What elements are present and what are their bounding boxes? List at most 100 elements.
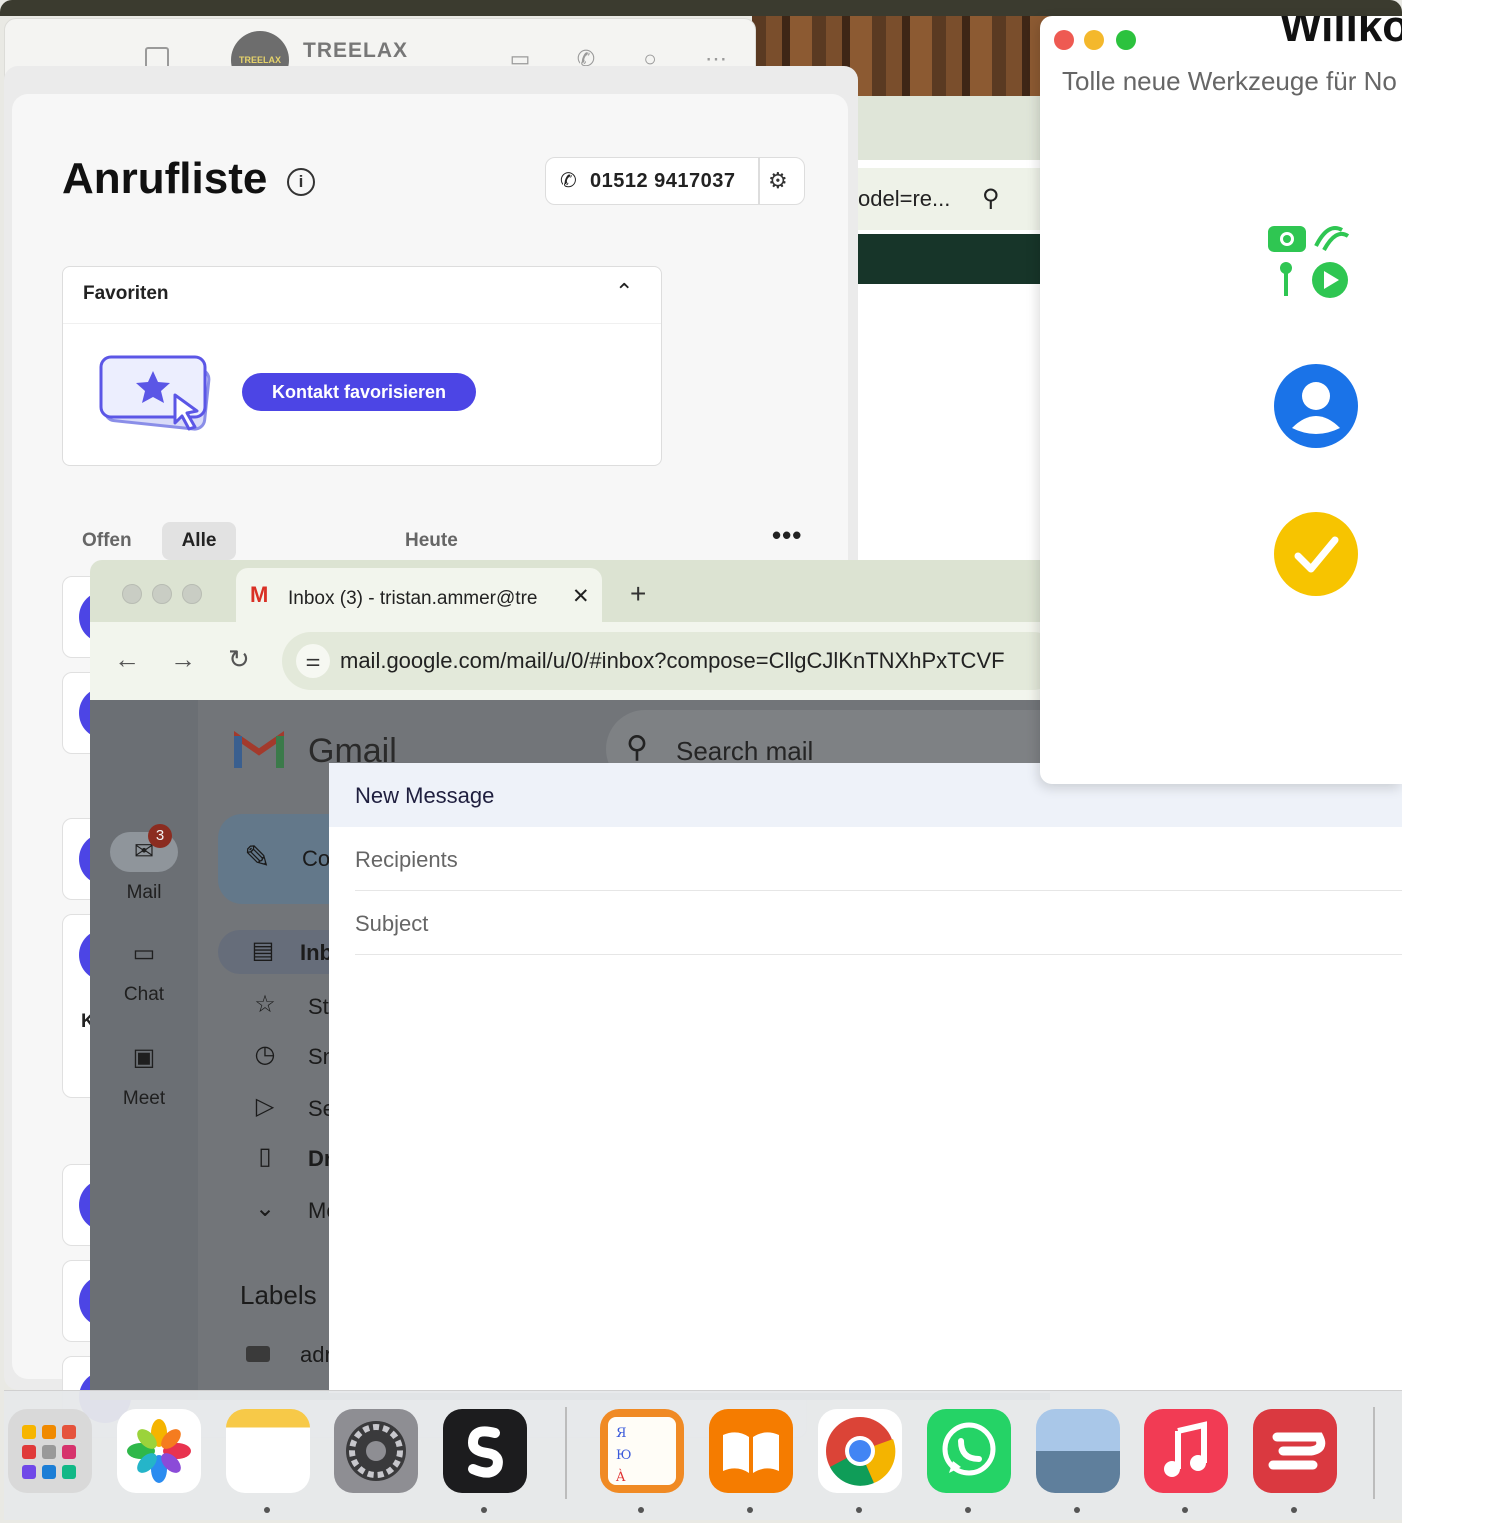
welcome-window: Willko Tolle neue Werkzeuge für No — [1040, 16, 1402, 784]
tab-alle[interactable]: Alle — [162, 522, 236, 560]
books-icon[interactable] — [709, 1409, 793, 1493]
whatsapp-icon[interactable] — [927, 1409, 1011, 1493]
phone-number: 01512 9417037 — [590, 170, 736, 192]
clock-icon: ◷ — [254, 1041, 276, 1068]
favorites-card: Favoriten ⌃ Kontakt favorisieren — [62, 266, 662, 466]
chat-icon[interactable]: ▭ — [110, 934, 178, 974]
page-title: Anrufliste — [62, 154, 268, 203]
launchpad-icon[interactable] — [8, 1409, 92, 1493]
labels-heading: Labels — [240, 1280, 317, 1310]
back-icon[interactable]: ← — [114, 644, 140, 675]
url-text: mail.google.com/mail/u/0/#inbox?compose=… — [340, 648, 1005, 673]
rail-meet-label[interactable]: Meet — [90, 1088, 198, 1110]
site-settings-icon[interactable]: ⚌ — [296, 644, 330, 678]
chat-name: TREELAX — [303, 39, 409, 62]
preview-icon[interactable] — [1036, 1409, 1120, 1493]
label-icon — [246, 1346, 270, 1362]
divider — [758, 158, 760, 204]
close-button[interactable] — [1054, 30, 1074, 50]
tab-gmail-inbox[interactable]: M Inbox (3) - tristan.ammer@tre ✕ — [236, 568, 602, 624]
music-icon[interactable] — [1144, 1409, 1228, 1493]
tab-strip — [858, 96, 1048, 160]
gmail-favicon-icon: M — [250, 582, 269, 607]
dock-separator — [565, 1407, 567, 1499]
checkmark-icon — [1274, 512, 1358, 596]
subject-placeholder: Subject — [355, 911, 429, 936]
expressvpn-icon[interactable] — [1253, 1409, 1337, 1493]
minimize-button[interactable] — [152, 584, 172, 604]
unread-badge: 3 — [148, 824, 172, 848]
rail-chat-label[interactable]: Chat — [90, 984, 198, 1006]
message-body[interactable] — [329, 955, 1402, 1375]
running-indicator — [264, 1507, 270, 1513]
search-icon: ⚲ — [626, 731, 648, 764]
label-item[interactable]: adr — [246, 1342, 332, 1368]
compose-title: New Message — [355, 783, 495, 808]
close-tab-icon[interactable]: ✕ — [572, 584, 590, 609]
favorite-illustration — [99, 355, 211, 431]
inbox-icon: ▤ — [251, 937, 275, 964]
chevron-up-icon[interactable]: ⌃ — [615, 279, 633, 305]
compose-label: Co — [302, 846, 331, 871]
forward-icon[interactable]: → — [170, 644, 196, 675]
url-fragment: odel=re... — [858, 186, 951, 211]
more-icon[interactable]: ••• — [772, 516, 802, 554]
running-indicator — [1182, 1507, 1188, 1513]
dock: ЯЮÀ — [4, 1390, 1402, 1520]
new-tab-icon[interactable]: + — [630, 578, 646, 610]
zoom-icon[interactable]: ⚲ — [982, 168, 1000, 230]
reload-icon[interactable]: ↻ — [228, 644, 250, 675]
superhuman-icon[interactable] — [443, 1409, 527, 1493]
info-icon[interactable]: i — [287, 168, 315, 196]
welcome-title: Willko — [1280, 16, 1402, 51]
system-settings-icon[interactable] — [334, 1409, 418, 1493]
notes-icon[interactable] — [226, 1409, 310, 1493]
close-button[interactable] — [122, 584, 142, 604]
favorite-contact-button[interactable]: Kontakt favorisieren — [242, 373, 476, 411]
gear-icon[interactable]: ⚙ — [768, 168, 788, 194]
rail-mail-label[interactable]: Mail — [90, 882, 198, 904]
gmail-m-icon — [233, 730, 285, 768]
running-indicator — [481, 1507, 487, 1513]
recipients-placeholder: Recipients — [355, 847, 458, 872]
running-indicator — [1074, 1507, 1080, 1513]
zoom-button[interactable] — [1116, 30, 1136, 50]
video-icon[interactable]: ▣ — [110, 1038, 178, 1078]
site-header — [858, 234, 1048, 284]
favorites-header: Favoriten — [83, 283, 169, 304]
phone-icon: ✆ — [560, 170, 577, 192]
photos-icon[interactable] — [117, 1409, 201, 1493]
chrome-icon[interactable] — [818, 1409, 902, 1493]
call-filter-tabs: Offen Alle Heute ••• — [62, 520, 812, 562]
label-text: adr — [300, 1342, 332, 1367]
person-icon — [1274, 364, 1358, 448]
address-bar[interactable]: ⚌ mail.google.com/mail/u/0/#inbox?compos… — [282, 632, 1050, 690]
pencil-icon: ✎ — [244, 839, 271, 875]
recipients-field[interactable]: Recipients — [355, 827, 1402, 891]
browser-toolbar: ← → ↻ ⚌ mail.google.com/mail/u/0/#inbox?… — [90, 622, 1050, 700]
font-book-icon[interactable]: ЯЮÀ — [600, 1409, 684, 1493]
gmail-app-rail: ✉ 3 Mail ▭ Chat ▣ Meet — [90, 700, 198, 1400]
tab-offen[interactable]: Offen — [82, 522, 132, 560]
chevron-down-icon: ⌄ — [254, 1195, 276, 1222]
zoom-button[interactable] — [182, 584, 202, 604]
address-bar[interactable]: odel=re... ⚲ — [858, 168, 1048, 230]
tab-heute[interactable]: Heute — [405, 522, 458, 560]
running-indicator — [747, 1507, 753, 1513]
background-browser-window: odel=re... ⚲ — [858, 96, 1048, 566]
desktop-top-bar — [0, 0, 1402, 16]
subject-field[interactable]: Subject — [355, 891, 1402, 955]
star-icon: ☆ — [254, 991, 276, 1018]
running-indicator — [1291, 1507, 1297, 1513]
draft-icon: ▯ — [258, 1143, 272, 1170]
dock-separator — [1373, 1407, 1375, 1499]
window-controls — [122, 584, 212, 609]
welcome-subtitle: Tolle neue Werkzeuge für No — [1062, 66, 1397, 96]
gmail-logo[interactable]: Gmail — [233, 730, 397, 773]
phone-number-selector[interactable]: ✆ 01512 9417037 ⚙ — [545, 157, 805, 205]
camera-tools-icon — [1268, 226, 1350, 298]
running-indicator — [638, 1507, 644, 1513]
minimize-button[interactable] — [1084, 30, 1104, 50]
running-indicator — [856, 1507, 862, 1513]
divider — [63, 323, 661, 324]
